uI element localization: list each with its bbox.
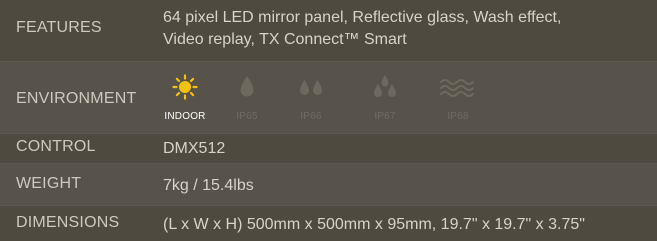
triple-drop-icon [374,75,396,97]
env-ip65: IP65 [219,70,275,130]
spec-row-weight: WEIGHT 7kg / 15.4lbs [0,164,657,206]
features-line-1: 64 pixel LED mirror panel, Reflective gl… [163,9,562,26]
env-indoor: INDOOR [157,70,213,130]
spec-label-dimensions: DIMENSIONS [16,214,120,231]
features-line-2: Video replay, TX Connect™ Smart [163,31,407,48]
spec-value-control: DMX512 [163,140,226,157]
spec-value-weight: 7kg / 15.4lbs [163,177,254,194]
env-caption-ip66: IP66 [300,111,322,122]
env-caption-ip67: IP67 [374,111,396,122]
spec-row-dimensions: DIMENSIONS (L x W x H) 500mm x 500mm x 9… [0,206,657,241]
spec-value-dimensions: (L x W x H) 500mm x 500mm x 95mm, 19.7" … [163,216,585,233]
env-caption-indoor: INDOOR [164,111,206,122]
double-drop-icon [300,80,322,95]
spec-label-control: CONTROL [16,138,96,155]
spec-label-features: FEATURES [16,19,102,36]
sun-icon [172,74,198,100]
env-ip67: IP67 [357,70,413,130]
env-caption-ip65: IP65 [236,111,258,122]
spec-row-features: FEATURES 64 pixel LED mirror panel, Refl… [0,0,657,62]
spec-table: FEATURES 64 pixel LED mirror panel, Refl… [0,0,657,241]
single-drop-icon [240,76,254,97]
spec-row-environment: ENVIRONMENT INDOOR IP65 IP66 IP67 IP68 [0,62,657,134]
env-ip66: IP66 [283,70,339,130]
waves-icon [440,79,474,97]
spec-label-weight: WEIGHT [16,175,82,192]
spec-label-environment: ENVIRONMENT [16,90,137,107]
spec-row-control: CONTROL DMX512 [0,134,657,164]
spec-value-features: 64 pixel LED mirror panel, Reflective gl… [163,7,561,51]
env-caption-ip68: IP68 [447,111,469,122]
env-ip68: IP68 [430,70,486,130]
